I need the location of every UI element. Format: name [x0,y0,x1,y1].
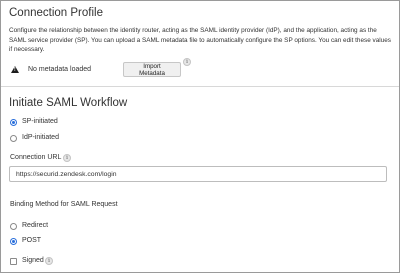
sp-initiated-label: SP-initiated [22,118,58,125]
binding-method-label: Binding Method for SAML Request [10,201,118,208]
connection-url-input[interactable] [9,166,387,182]
section-divider [1,86,399,87]
idp-initiated-radio[interactable] [10,135,17,142]
info-icon[interactable]: i [183,58,191,66]
connection-profile-description: Configure the relationship between the i… [9,27,392,53]
connection-profile-title: Connection Profile [9,7,103,19]
signed-checkbox[interactable] [10,258,17,265]
post-radio[interactable] [10,238,17,245]
redirect-radio[interactable] [10,223,17,230]
redirect-label: Redirect [22,222,49,229]
warning-triangle-icon [11,66,19,73]
signed-label: Signed [22,257,44,264]
info-icon[interactable]: i [45,257,53,265]
info-icon[interactable]: i [63,154,71,162]
sp-initiated-radio[interactable] [10,119,17,126]
metadata-status-text: No metadata loaded [28,66,92,73]
idp-initiated-label: IdP-initiated [22,134,59,141]
saml-workflow-title: Initiate SAML Workflow [9,97,128,109]
connection-profile-panel: Connection Profile Configure the relatio… [0,0,400,273]
import-metadata-button[interactable]: Import Metadata [123,62,181,77]
connection-url-label: Connection URL [10,154,62,161]
post-label: POST [22,237,42,244]
